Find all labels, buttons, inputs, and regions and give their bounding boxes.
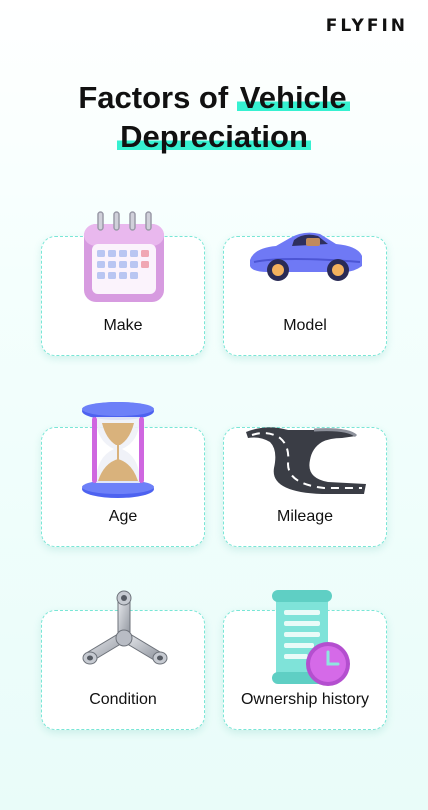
road-icon (246, 427, 366, 494)
scroll-clock-icon (272, 590, 350, 686)
factor-label: Make (103, 317, 143, 334)
calendar-icon (84, 211, 164, 302)
factor-label: Mileage (276, 508, 334, 525)
factor-label: Condition (89, 691, 157, 708)
title-plain: Factors of (78, 80, 237, 115)
factor-label: Model (283, 317, 327, 334)
car-icon (250, 232, 362, 281)
title-highlight-1: Vehicle (236, 80, 350, 115)
page-title: Factors of Vehicle Depreciation (0, 78, 428, 156)
title-highlight-2: Depreciation (117, 119, 311, 154)
factor-label: Ownership history (240, 691, 370, 708)
brand-logo: FLYFIN (325, 16, 408, 36)
factor-label: Age (108, 508, 138, 525)
wrench-icon (82, 590, 168, 665)
hourglass-icon (82, 402, 154, 498)
